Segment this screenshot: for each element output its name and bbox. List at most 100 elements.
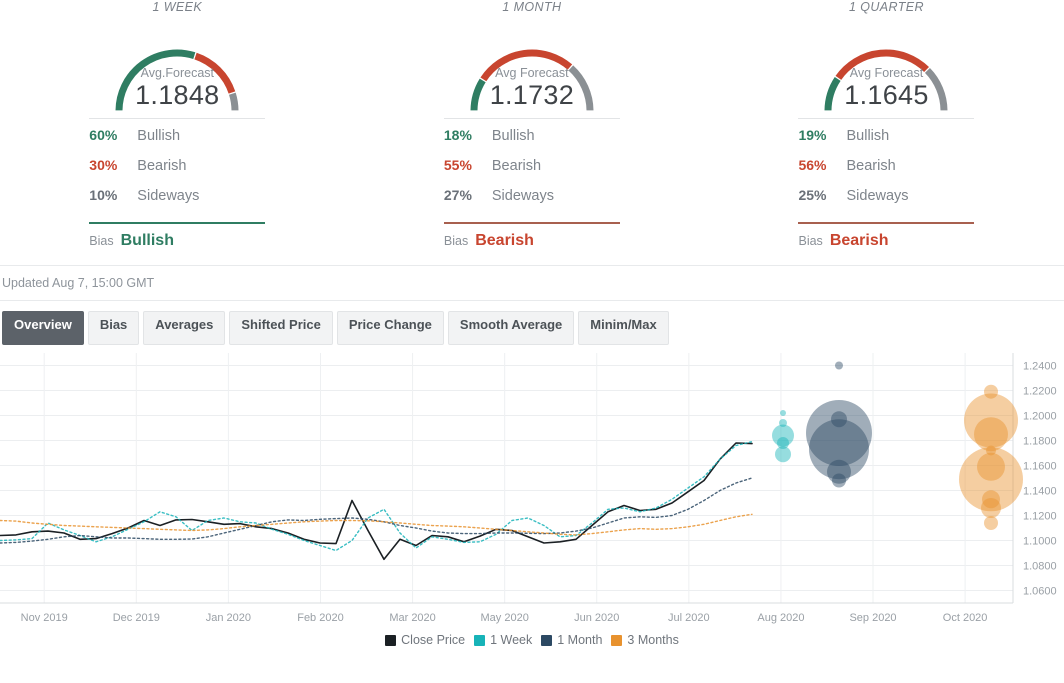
bias-label: Bias — [89, 234, 113, 248]
tab-smooth-average[interactable]: Smooth Average — [448, 311, 574, 345]
legend-item-1-week[interactable]: 1 Week — [474, 633, 532, 647]
sentiment-stats: 60% Bullish 30% Bearish 10% Sideways — [77, 119, 277, 217]
legend-swatch-icon — [611, 635, 622, 646]
sentiment-stats: 18% Bullish 55% Bearish 27% Sideways — [432, 119, 632, 217]
forecast-card-1-month: 1 MONTH Avg Forecast 1.1732 18% Bullish … — [355, 0, 710, 265]
stat-name: Bearish — [486, 158, 541, 174]
legend-item-1-month[interactable]: 1 Month — [541, 633, 602, 647]
legend-label: 3 Months — [627, 633, 678, 647]
legend-label: 1 Week — [490, 633, 532, 647]
tab-overview[interactable]: Overview — [2, 311, 84, 345]
chart-svg[interactable]: 1.24001.22001.20001.18001.16001.14001.12… — [0, 345, 1064, 630]
x-axis-tick-label: Aug 2020 — [757, 612, 804, 624]
stat-row-bearish: 30% Bearish — [77, 157, 277, 187]
stat-pct: 19% — [798, 127, 840, 143]
y-axis-tick-label: 1.0800 — [1023, 561, 1057, 573]
tab-bias[interactable]: Bias — [88, 311, 139, 345]
x-axis-tick-label: Jul 2020 — [668, 612, 710, 624]
y-axis-tick-label: 1.1600 — [1023, 461, 1057, 473]
gauge-1-month: Avg Forecast 1.1732 — [432, 16, 632, 114]
bias-value: Bearish — [468, 232, 534, 250]
tab-minim-max[interactable]: Minim/Max — [578, 311, 668, 345]
y-axis-tick-label: 1.2200 — [1023, 386, 1057, 398]
legend-label: 1 Month — [557, 633, 602, 647]
sentiment-stats: 19% Bullish 56% Bearish 25% Sideways — [786, 119, 986, 217]
gauge-segment-bullish — [828, 79, 838, 110]
stat-name: Sideways — [131, 188, 199, 204]
tab-shifted-price[interactable]: Shifted Price — [229, 311, 332, 345]
forecast-bubble-1-month[interactable] — [832, 474, 846, 488]
legend-item-3-months[interactable]: 3 Months — [611, 633, 678, 647]
stat-name: Sideways — [840, 188, 908, 204]
y-axis-tick-label: 1.1200 — [1023, 511, 1057, 523]
y-axis-tick-label: 1.2400 — [1023, 361, 1057, 373]
chart-series-line-1-week — [0, 442, 752, 551]
forecast-card-1-quarter: 1 QUARTER Avg Forecast 1.1645 19% Bullis… — [709, 0, 1064, 265]
x-axis-tick-label: Jan 2020 — [206, 612, 251, 624]
period-title: 1 WEEK — [77, 0, 277, 16]
y-axis-tick-label: 1.1000 — [1023, 536, 1057, 548]
stat-pct: 55% — [444, 157, 486, 173]
stat-pct: 10% — [89, 187, 131, 203]
gauge-1-week: Avg.Forecast 1.1848 — [77, 16, 277, 114]
tab-price-change[interactable]: Price Change — [337, 311, 444, 345]
stat-pct: 18% — [444, 127, 486, 143]
y-axis-tick-label: 1.1400 — [1023, 486, 1057, 498]
stat-name: Bullish — [840, 128, 889, 144]
x-axis-tick-label: Dec 2019 — [113, 612, 160, 624]
chart-series-line-close-price — [0, 443, 752, 559]
legend-swatch-icon — [474, 635, 485, 646]
x-axis-tick-label: Mar 2020 — [389, 612, 435, 624]
x-axis-tick-label: May 2020 — [481, 612, 529, 624]
forecast-bubble-1-week[interactable] — [780, 410, 786, 416]
x-axis-tick-label: Sep 2020 — [849, 612, 896, 624]
forecast-bubble-1-week[interactable] — [775, 446, 791, 462]
y-axis-tick-label: 1.0600 — [1023, 586, 1057, 598]
forecast-bubble-3-months[interactable] — [977, 453, 1005, 481]
stat-name: Bearish — [840, 158, 895, 174]
forecast-card-1-week: 1 WEEK Avg.Forecast 1.1848 60% Bullish 3… — [0, 0, 355, 265]
legend-swatch-icon — [541, 635, 552, 646]
legend-item-close-price[interactable]: Close Price — [385, 633, 465, 647]
bias-label: Bias — [444, 234, 468, 248]
bias-line: Bias Bullish — [77, 224, 277, 250]
bias-label: Bias — [798, 234, 822, 248]
tab-averages[interactable]: Averages — [143, 311, 225, 345]
gauge-1-quarter: Avg Forecast 1.1645 — [786, 16, 986, 114]
gauge-segment-bullish — [474, 80, 483, 110]
period-title: 1 MONTH — [432, 0, 632, 16]
forecast-chart: 1.24001.22001.20001.18001.16001.14001.12… — [0, 345, 1064, 655]
gauge-arc-svg — [432, 16, 632, 114]
stat-row-bearish: 55% Bearish — [432, 157, 632, 187]
stat-row-bullish: 60% Bullish — [77, 127, 277, 157]
forecast-bubble-1-month[interactable] — [835, 362, 843, 370]
bias-value: Bullish — [114, 232, 174, 250]
gauge-segment-bearish — [196, 56, 232, 92]
x-axis-tick-label: Oct 2020 — [943, 612, 988, 624]
stat-row-sideways: 25% Sideways — [786, 187, 986, 217]
forecast-bubble-3-months[interactable] — [981, 498, 1001, 518]
stat-name: Sideways — [486, 188, 554, 204]
y-axis-tick-label: 1.2000 — [1023, 411, 1057, 423]
gauge-segment-bearish — [839, 53, 927, 78]
bias-line: Bias Bearish — [432, 224, 632, 250]
stat-name: Bullish — [131, 128, 180, 144]
stat-pct: 60% — [89, 127, 131, 143]
x-axis-tick-label: Feb 2020 — [297, 612, 343, 624]
x-axis-tick-label: Jun 2020 — [574, 612, 619, 624]
gauge-segment-bullish — [119, 53, 194, 110]
stat-pct: 27% — [444, 187, 486, 203]
gauge-segment-sideways — [233, 94, 236, 111]
bias-value: Bearish — [823, 232, 889, 250]
stat-name: Bearish — [131, 158, 186, 174]
gauge-segment-sideways — [571, 68, 590, 110]
forecast-bubble-3-months[interactable] — [984, 516, 998, 530]
gauge-segment-bearish — [483, 53, 570, 79]
legend-label: Close Price — [401, 633, 465, 647]
chart-legend: Close Price 1 Week 1 Month 3 Months — [0, 633, 1064, 647]
forecast-gauges-row: 1 WEEK Avg.Forecast 1.1848 60% Bullish 3… — [0, 0, 1064, 265]
stat-row-sideways: 27% Sideways — [432, 187, 632, 217]
stat-name: Bullish — [486, 128, 535, 144]
stat-row-bearish: 56% Bearish — [786, 157, 986, 187]
chart-view-tabs[interactable]: OverviewBiasAveragesShifted PricePrice C… — [0, 301, 1064, 345]
